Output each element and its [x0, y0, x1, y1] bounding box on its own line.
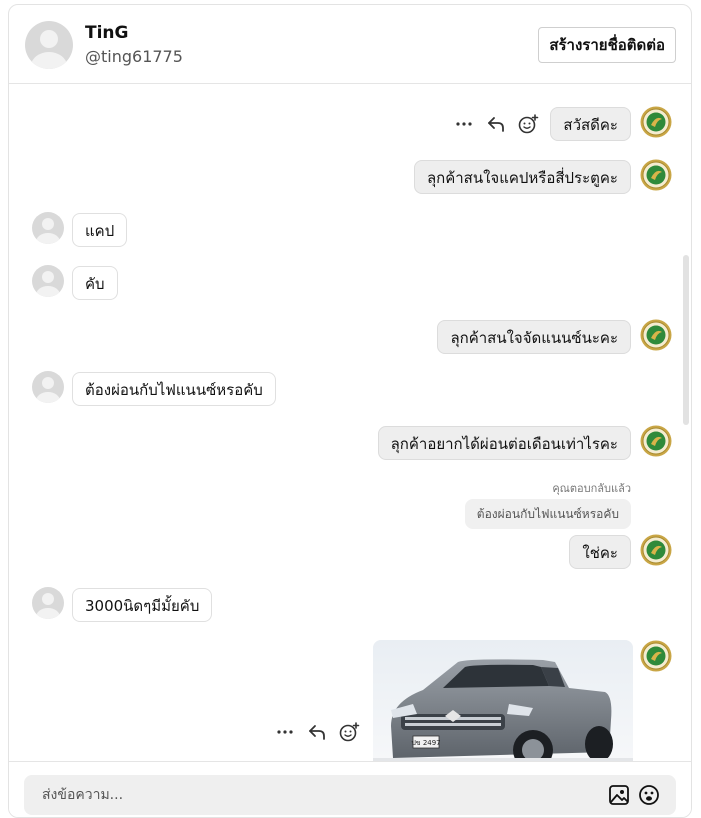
chat-window: TinG @ting61775 สร้างรายชื่อติดต่อ ──── … — [8, 4, 692, 818]
outgoing-message-bubble[interactable]: ลุกค้าสนใจแคปหรือสี่ประตูคะ — [413, 160, 631, 194]
contact-name: TinG — [85, 23, 129, 43]
reply-arrow-icon[interactable] — [306, 721, 328, 743]
create-contact-button[interactable]: สร้างรายชื่อติดต่อ — [538, 27, 676, 63]
image-attach-icon[interactable] — [608, 784, 630, 806]
date-divider-fragment: ──── — [329, 85, 353, 88]
incoming-message-bubble[interactable]: ต้องผ่อนกับไฟแนนซ์หรอคับ — [72, 372, 276, 406]
contact-avatar-small — [32, 587, 64, 619]
more-dots-icon[interactable] — [453, 113, 475, 135]
scrollbar-thumb[interactable] — [683, 255, 689, 425]
add-emoji-icon[interactable] — [338, 721, 360, 743]
contact-avatar[interactable] — [25, 21, 73, 69]
license-plate: ปข 2497 — [411, 739, 440, 747]
outgoing-message-bubble[interactable]: สวัสดีคะ — [550, 107, 631, 141]
message-actions — [274, 721, 360, 743]
incoming-message-bubble[interactable]: คับ — [72, 266, 118, 300]
reply-caption: คุณตอบกลับแล้ว — [552, 482, 631, 495]
incoming-message-bubble[interactable]: 3000นิดๆมีมั้ยคับ — [72, 588, 213, 622]
composer-bar — [9, 761, 691, 817]
dealer-logo-avatar — [640, 425, 672, 457]
quoted-message[interactable]: ต้องผ่อนกับไฟแนนซ์หรอคับ — [464, 499, 631, 529]
add-emoji-icon[interactable] — [517, 113, 539, 135]
contact-avatar-small — [32, 371, 64, 403]
more-dots-icon[interactable] — [274, 721, 296, 743]
contact-avatar-small — [32, 212, 64, 244]
dealer-logo-avatar — [640, 640, 672, 672]
outgoing-message-bubble[interactable]: ใช่คะ — [569, 535, 631, 569]
message-input[interactable] — [24, 775, 676, 815]
message-actions — [453, 113, 539, 135]
outgoing-message-bubble[interactable]: ลุกค้าอยากได้ผ่อนต่อเดือนเท่าไรคะ — [377, 426, 631, 460]
message-scrollbar[interactable] — [681, 85, 691, 761]
dealer-logo-avatar — [640, 319, 672, 351]
dealer-logo-avatar — [640, 534, 672, 566]
chat-header: TinG @ting61775 สร้างรายชื่อติดต่อ — [9, 5, 691, 84]
reply-arrow-icon[interactable] — [485, 113, 507, 135]
emoji-icon[interactable] — [638, 784, 660, 806]
contact-handle: @ting61775 — [85, 47, 183, 66]
dealer-logo-avatar — [640, 159, 672, 191]
incoming-message-bubble[interactable]: แคป — [72, 213, 128, 247]
pickup-truck-photo[interactable]: ปข 2497 — [373, 640, 633, 761]
outgoing-message-bubble[interactable]: ลุกค้าสนใจจัดแนนซ์นะคะ — [437, 320, 631, 354]
dealer-logo-avatar — [640, 106, 672, 138]
contact-avatar-small — [32, 265, 64, 297]
message-list[interactable]: ──── สวัสดีคะ ลุกค้าสนใจแคปหรือสี่ประตูค… — [9, 85, 691, 761]
